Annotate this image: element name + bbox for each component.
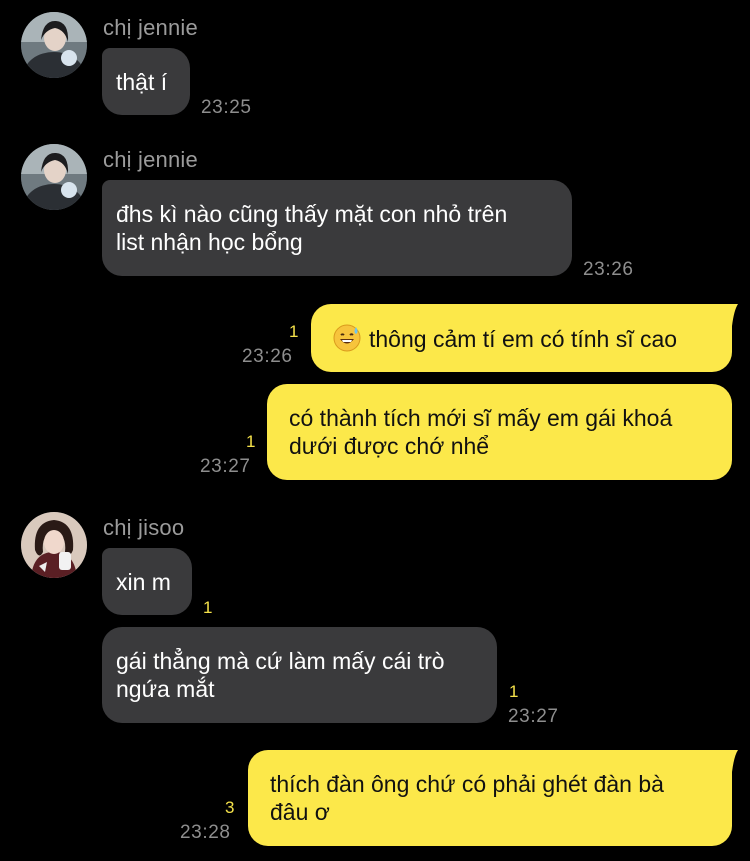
message-text-line: thích đàn ông chứ có phải ghét đàn bà xyxy=(270,771,664,797)
unread-count: 3 xyxy=(225,798,235,817)
message-bubble[interactable]: thích đàn ông chứ có phải ghét đàn bà đâ… xyxy=(248,750,732,846)
bubble-tail-icon xyxy=(720,304,738,326)
message-text-line: đhs kì nào cũng thấy mặt con nhỏ trên xyxy=(116,201,508,227)
message-time: 23:27 xyxy=(508,706,559,727)
message-bubble[interactable]: đhs kì nào cũng thấy mặt con nhỏ trên li… xyxy=(102,180,572,276)
message-bubble[interactable]: có thành tích mới sĩ mấy em gái khoá dướ… xyxy=(267,384,732,480)
unread-count: 1 xyxy=(289,322,299,341)
message-time: 23:26 xyxy=(583,259,634,280)
message-text-line: gái thẳng mà cứ làm mấy cái trò xyxy=(116,648,445,674)
bubble-tail-icon xyxy=(720,750,738,772)
sender-name: chị jisoo xyxy=(103,515,185,540)
sender-name: chị jennie xyxy=(103,15,198,40)
message-time: 23:28 xyxy=(180,822,231,843)
unread-count: 1 xyxy=(203,598,213,617)
message-bubble[interactable]: thật í xyxy=(102,48,190,115)
avatar-chi-jisoo[interactable] xyxy=(21,512,87,578)
sender-name: chị jennie xyxy=(103,147,198,172)
message-text-line: đâu ơ xyxy=(270,799,330,825)
message-text: thông cảm tí em có tính sĩ cao xyxy=(369,326,678,352)
message-time: 23:25 xyxy=(201,97,252,118)
message-bubble[interactable]: xin m xyxy=(102,548,192,615)
avatar-chi-jennie[interactable] xyxy=(21,144,87,210)
message-bubble[interactable]: gái thẳng mà cứ làm mấy cái trò ngứa mắt xyxy=(102,627,497,723)
sweat-smile-emoji-icon xyxy=(333,324,361,358)
message-text: thật í xyxy=(116,69,168,95)
unread-count: 1 xyxy=(509,682,519,701)
message-time: 23:26 xyxy=(242,346,293,367)
unread-count: 1 xyxy=(246,432,256,451)
message-text: xin m xyxy=(116,569,171,595)
message-text-line: list nhận học bổng xyxy=(116,229,303,255)
message-time: 23:27 xyxy=(200,456,251,477)
message-bubble[interactable]: thông cảm tí em có tính sĩ cao xyxy=(311,304,732,372)
avatar-chi-jennie[interactable] xyxy=(21,12,87,78)
message-text-line: có thành tích mới sĩ mấy em gái khoá xyxy=(289,405,673,431)
message-text-line: ngứa mắt xyxy=(116,676,215,702)
message-text-line: dưới được chớ nhể xyxy=(289,433,490,459)
